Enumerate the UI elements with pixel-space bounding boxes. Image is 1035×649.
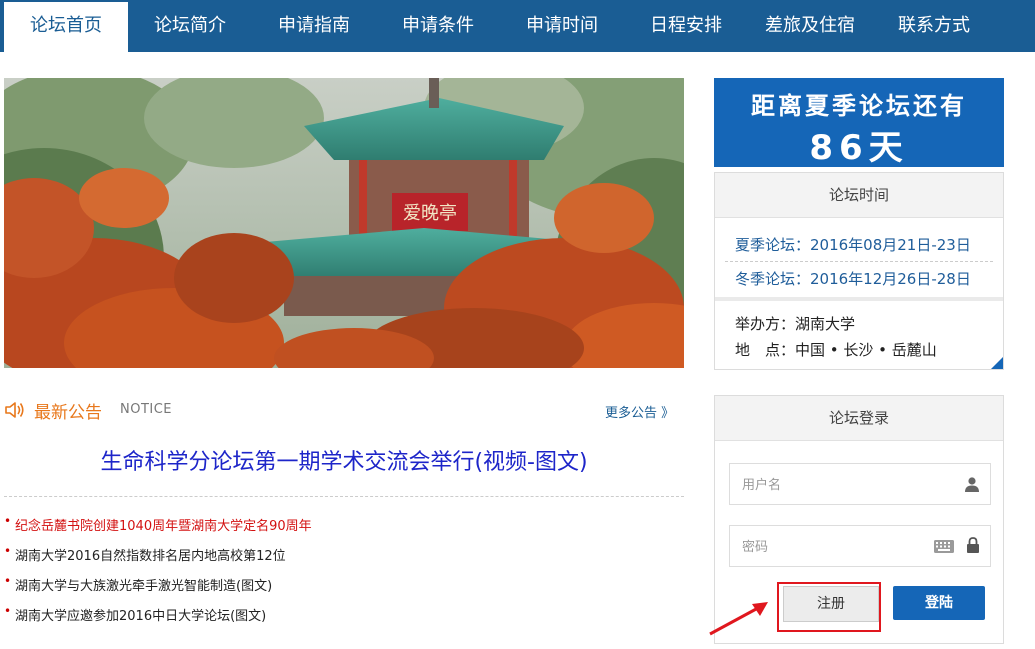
- forum-time-title: 论坛时间: [715, 173, 1003, 218]
- notice-title-en: NOTICE: [120, 402, 173, 417]
- winter-forum-date: 冬季论坛：2016年12月26日-28日: [735, 270, 971, 288]
- news-item[interactable]: • 湖南大学应邀参加2016中日大学论坛(图文): [4, 604, 684, 624]
- nav-intro[interactable]: 论坛简介: [128, 0, 252, 52]
- password-input[interactable]: [730, 526, 942, 566]
- news-item[interactable]: • 湖南大学2016自然指数排名居内地高校第12位: [4, 544, 684, 564]
- countdown-label: 距离夏季论坛还有: [751, 92, 967, 120]
- bullet-icon: •: [4, 514, 12, 528]
- bullet-icon: •: [4, 544, 12, 558]
- login-title: 论坛登录: [715, 396, 1003, 441]
- news-item-text: 湖南大学应邀参加2016中日大学论坛(图文): [15, 609, 267, 624]
- register-button[interactable]: 注册: [783, 586, 879, 622]
- annotation-arrow-icon: [709, 602, 768, 636]
- organizer: 举办方：湖南大学: [735, 315, 856, 333]
- pavilion-sign: 爱晚亭: [403, 203, 457, 224]
- banner-carousel[interactable]: 爱晚亭: [4, 78, 684, 368]
- countdown-banner: 距离夏季论坛还有 86天: [714, 78, 1004, 168]
- nav-schedule[interactable]: 日程安排: [624, 0, 748, 52]
- summer-forum-date: 夏季论坛：2016年08月21日-23日: [735, 236, 971, 254]
- news-item[interactable]: • 纪念岳麓书院创建1040周年暨湖南大学定名90周年: [4, 514, 684, 534]
- bullet-icon: •: [4, 604, 12, 618]
- news-item-text: 湖南大学与大族激光牵手激光智能制造(图文): [15, 579, 273, 594]
- divider: [725, 261, 993, 262]
- news-item[interactable]: • 湖南大学与大族激光牵手激光智能制造(图文): [4, 574, 684, 594]
- headline-link[interactable]: 生命科学分论坛第一期学术交流会举行(视频-图文): [4, 444, 684, 476]
- bullet-icon: •: [4, 574, 12, 588]
- banner-image: 爱晚亭: [4, 78, 684, 368]
- nav-contact[interactable]: 联系方式: [872, 0, 996, 52]
- nav-conditions[interactable]: 申请条件: [376, 0, 500, 52]
- keyboard-icon[interactable]: [934, 540, 954, 553]
- nav-apply-time[interactable]: 申请时间: [500, 0, 624, 52]
- lock-icon: [967, 537, 979, 553]
- nav-travel[interactable]: 差旅及住宿: [748, 0, 872, 52]
- countdown-days: 86天: [809, 128, 909, 168]
- nav-home[interactable]: 论坛首页: [4, 2, 128, 52]
- nav-guide[interactable]: 申请指南: [252, 0, 376, 52]
- notice-header: 最新公告 NOTICE 更多公告 》: [4, 396, 684, 426]
- more-notices-link[interactable]: 更多公告 》: [605, 402, 674, 421]
- divider: [715, 297, 1003, 301]
- username-field: [729, 463, 991, 505]
- user-icon: [965, 477, 979, 492]
- password-field: [729, 525, 991, 567]
- corner-decoration: [991, 357, 1003, 369]
- top-nav: 论坛首页 论坛简介 申请指南 申请条件 申请时间 日程安排 差旅及住宿 联系方式: [0, 0, 1035, 52]
- location: 地 点：中国 • 长沙 • 岳麓山: [735, 341, 937, 359]
- speaker-icon: [5, 402, 24, 418]
- notice-title: 最新公告: [34, 403, 102, 423]
- login-button[interactable]: 登陆: [893, 586, 985, 620]
- username-input[interactable]: [730, 464, 942, 504]
- divider: [4, 496, 684, 497]
- forum-time-panel: 论坛时间 夏季论坛：2016年08月21日-23日 冬季论坛：2016年12月2…: [714, 172, 1004, 370]
- news-item-text: 纪念岳麓书院创建1040周年暨湖南大学定名90周年: [15, 519, 312, 534]
- news-item-text: 湖南大学2016自然指数排名居内地高校第12位: [15, 549, 286, 564]
